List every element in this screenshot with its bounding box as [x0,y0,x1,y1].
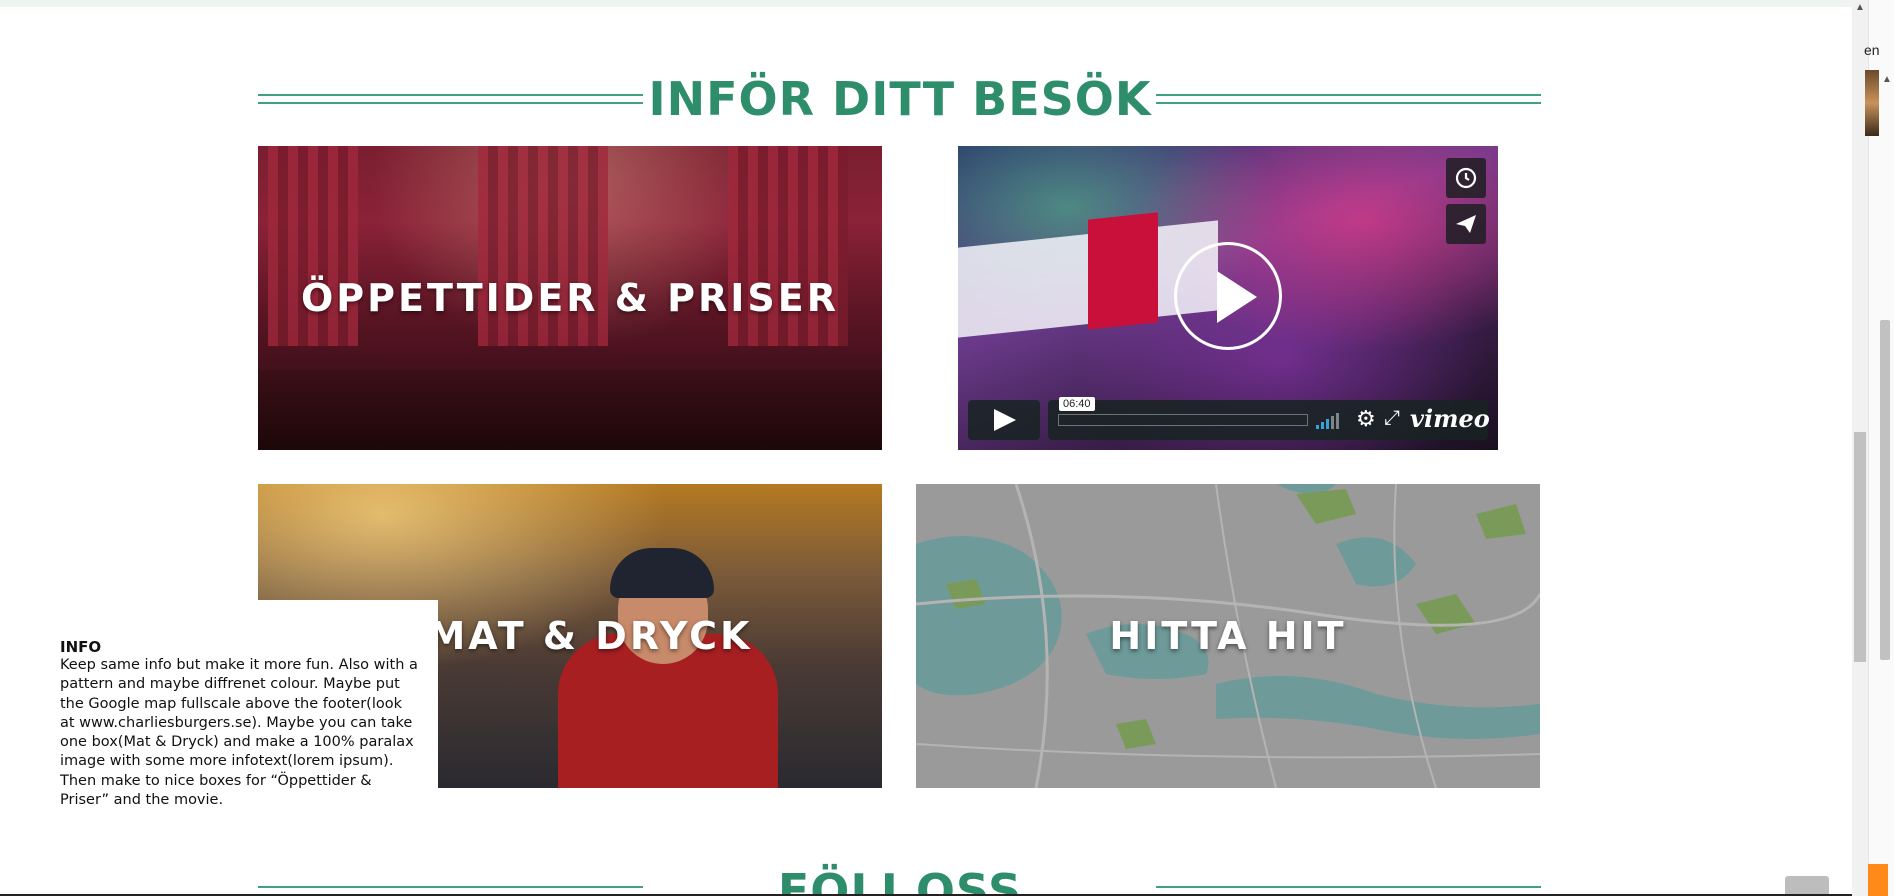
vimeo-logo[interactable]: vimeo [1410,404,1490,433]
volume-icon[interactable] [1316,413,1342,429]
timecode: 06:40 [1059,397,1095,411]
fullscreen-icon[interactable]: ⤢ [1384,407,1400,430]
scrollbar-thumb[interactable] [1854,432,1866,662]
info-comment-box: INFO Keep same info but make it more fun… [48,600,438,815]
panel-scrollbar-thumb[interactable] [1880,320,1890,660]
play-icon[interactable] [968,400,1040,440]
section-header: INFÖR DITT BESÖK [0,70,1852,130]
panel-thumbnail[interactable] [1865,70,1879,136]
scroll-up-icon[interactable]: ▲ [1855,2,1865,13]
send-icon[interactable] [1446,204,1486,244]
info-title: INFO [60,638,102,656]
hours-prices-tile[interactable]: ÖPPETTIDER & PRISER [258,146,882,450]
orange-tab[interactable] [1868,864,1888,896]
settings-gear-icon[interactable]: ⚙ [1356,406,1376,432]
top-strip [0,0,1852,7]
panel-scroll-up-icon[interactable]: ▲ [1882,74,1892,85]
control-bar: 06:40 ⚙ ⤢ vimeo [1048,397,1490,440]
big-play-button[interactable] [1174,242,1282,350]
find-us-map-tile[interactable]: HITTA HIT [916,484,1540,788]
title-rule-right [1156,94,1541,104]
video-player[interactable]: 06:40 ⚙ ⤢ vimeo [958,146,1498,450]
find-us-label: HITTA HIT [1109,614,1347,658]
chef-figure [610,548,714,598]
next-section-header: FÖLJ OSS [0,860,1852,896]
hours-prices-label: ÖPPETTIDER & PRISER [300,276,839,320]
video-controls: 06:40 ⚙ ⤢ vimeo [968,397,1490,440]
video-background-logo [1088,212,1158,330]
language-label[interactable]: en [1864,42,1880,58]
scroll-top-button[interactable] [1785,876,1829,896]
clock-icon[interactable] [1446,158,1486,198]
info-text: Keep same info but make it more fun. Als… [60,657,418,809]
floor-decor [258,370,882,450]
progress-bar[interactable]: 06:40 [1058,397,1308,426]
